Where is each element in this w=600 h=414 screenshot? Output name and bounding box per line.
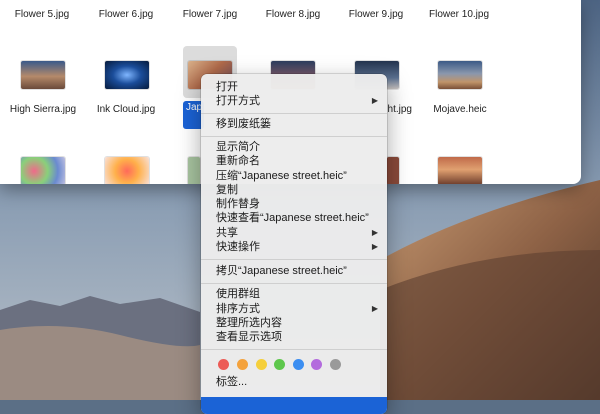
file-thumbnail-row3-5[interactable] [387, 157, 399, 184]
menu-item-label: 重新命名 [216, 155, 260, 167]
file-label-high-sierra[interactable]: High Sierra.jpg [0, 104, 86, 115]
menu-item-label: 显示简介 [216, 141, 260, 153]
menu-item-use-groups[interactable]: 使用群组 [201, 286, 387, 302]
context-menu: 打开 打开方式 ▶ 移到废纸篓 显示简介 重新命名 压缩“Japanese str… [201, 74, 387, 414]
menu-item-label: 使用群组 [216, 288, 260, 300]
menu-separator [201, 349, 387, 350]
file-thumbnail-row3-3[interactable] [188, 157, 200, 184]
file-label-flower-6[interactable]: Flower 6.jpg [85, 9, 167, 20]
menu-item-label: 查看显示选项 [216, 331, 282, 343]
menu-item-rename[interactable]: 重新命名 [201, 153, 387, 169]
menu-item-label: 打开 [216, 81, 238, 93]
menu-separator [201, 136, 387, 137]
mojave-thumbnail[interactable] [438, 61, 482, 89]
menu-item-label: 压缩“Japanese street.heic” [216, 170, 347, 182]
menu-item-quick-look[interactable]: 快速查看“Japanese street.heic” [201, 210, 387, 226]
menu-item-label: 打开方式 [216, 95, 260, 107]
menu-item-quick-actions[interactable]: 快速操作 ▶ [201, 239, 387, 255]
file-label-flower-5[interactable]: Flower 5.jpg [1, 9, 83, 20]
menu-item-label: 制作替身 [216, 198, 260, 210]
menu-item-label: 复制 [216, 184, 238, 196]
submenu-arrow-icon: ▶ [371, 96, 378, 105]
menu-separator [201, 113, 387, 114]
file-label-flower-10[interactable]: Flower 10.jpg [418, 9, 500, 20]
menu-item-label: 移到废纸篓 [216, 118, 271, 130]
ink-cloud-thumbnail[interactable] [105, 61, 149, 89]
menu-item-copy[interactable]: 拷贝“Japanese street.heic” [201, 263, 387, 279]
file-thumbnail-row3-2[interactable] [105, 157, 149, 184]
file-label-flower-8[interactable]: Flower 8.jpg [252, 9, 334, 20]
file-label-flower-9[interactable]: Flower 9.jpg [335, 9, 417, 20]
tag-red-dot[interactable] [218, 359, 229, 370]
menu-item-move-to-trash[interactable]: 移到废纸篓 [201, 116, 387, 132]
file-thumbnail-row3-6[interactable] [438, 157, 482, 184]
high-sierra-thumbnail[interactable] [21, 61, 65, 89]
tag-gray-dot[interactable] [330, 359, 341, 370]
menu-separator [201, 283, 387, 284]
file-label-ink-cloud[interactable]: Ink Cloud.jpg [83, 104, 169, 115]
menu-item-tags[interactable]: 标签... [201, 374, 387, 390]
tag-blue-dot[interactable] [293, 359, 304, 370]
menu-item-label: 快速查看“Japanese street.heic” [216, 212, 369, 224]
file-label-mojave[interactable]: Mojave.heic [417, 104, 503, 115]
menu-item-label: 标签... [216, 376, 248, 388]
submenu-arrow-icon: ▶ [371, 242, 378, 251]
menu-item-show-view-options[interactable]: 查看显示选项 [201, 329, 387, 345]
file-label-flower-7[interactable]: Flower 7.jpg [169, 9, 251, 20]
tag-orange-dot[interactable] [237, 359, 248, 370]
menu-separator [201, 259, 387, 260]
file-thumbnail-row3-1[interactable] [21, 157, 65, 184]
menu-item-label: 整理所选内容 [216, 317, 282, 329]
menu-item-label: 快速操作 [216, 241, 260, 253]
menu-item-label: 共享 [216, 227, 238, 239]
menu-item-open-with[interactable]: 打开方式 ▶ [201, 93, 387, 109]
menu-item-label: 排序方式 [216, 303, 260, 315]
tag-green-dot[interactable] [274, 359, 285, 370]
menu-item-label: 拷贝“Japanese street.heic” [216, 265, 347, 277]
tag-yellow-dot[interactable] [256, 359, 267, 370]
tag-purple-dot[interactable] [311, 359, 322, 370]
